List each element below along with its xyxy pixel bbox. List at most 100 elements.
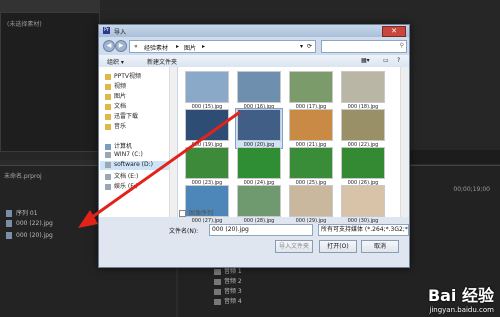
thumbnail-image [341,109,385,141]
filetype-select[interactable]: 所有可支持媒体 (*.264;*.3G2;*. [318,224,409,236]
back-arrow-icon[interactable]: ◀ [103,40,115,52]
watermark-url: jingyan.baidu.com [429,306,494,314]
thumbnail-image [341,71,385,103]
sequence-icon [6,210,12,217]
thumbnail-image [185,109,229,141]
import-dialog: Pr 导入 ✕ ◀ ▶ « 经验素材 ▸ 图片 ▸ ▾ ⟳ ⚲ 组织 ▾ 新建文… [98,24,410,268]
nav-item-drive-d[interactable]: software (D:) [100,161,175,170]
video-library-icon [105,83,111,90]
nav-item-videos[interactable]: 视频 [105,81,126,90]
thumbnail-image [185,71,229,103]
nav-item-music[interactable]: 音乐 [105,121,126,130]
thumbnail-image [289,147,333,179]
drive-icon [105,161,111,168]
breadcrumb-item[interactable]: 经验素材 [144,43,168,52]
file-thumbnail[interactable]: 000 (29).jpg [288,185,334,224]
speaker-icon [214,268,221,275]
refresh-icon[interactable]: ⟳ [307,43,312,50]
file-list-scrollbar[interactable] [400,67,409,217]
thumbnail-image [289,109,333,141]
thumbnail-image [185,147,229,179]
file-thumbnail[interactable]: 000 (17).jpg [288,71,334,110]
image-file-icon [6,232,12,239]
computer-icon [105,143,111,150]
chevron-down-icon[interactable]: ▾ [300,43,303,50]
nav-item-documents[interactable]: 文档 [105,101,126,110]
image-sequence-option: 图像序列 [179,208,213,217]
thumbnail-image [237,71,281,103]
filename-label: 文件名(N): [169,228,199,235]
search-icon: ⚲ [399,42,404,49]
address-bar[interactable]: « 经验素材 ▸ 图片 ▸ ▾ ⟳ [129,40,316,53]
filename-input[interactable]: 000 (20).jpg [209,224,313,236]
thumbnail-image [237,185,281,217]
file-thumbnail[interactable]: 000 (16).jpg [236,71,282,110]
nav-item-computer[interactable]: 计算机 [105,141,132,150]
audio-track[interactable]: 音频 3 [214,286,314,295]
file-thumbnail[interactable]: 000 (18).jpg [340,71,386,110]
documents-library-icon [105,103,111,110]
search-input[interactable]: ⚲ [321,40,407,53]
audio-track[interactable]: 音频 2 [214,276,314,285]
new-folder-button[interactable]: 新建文件夹 [147,57,177,66]
file-thumbnail[interactable]: 000 (26).jpg [340,147,386,186]
nav-item-drive-c[interactable]: WIN7 (C:) [105,151,143,160]
speaker-icon [214,288,221,295]
file-thumbnail[interactable]: 000 (22).jpg [340,109,386,148]
speaker-icon [214,278,221,285]
source-panel-label: (未选择素材) [7,21,42,28]
close-button[interactable]: ✕ [382,26,406,37]
nav-item-thunder-downloads[interactable]: 迅雷下载 [105,111,138,120]
file-thumbnail[interactable]: 000 (19).jpg [184,109,230,148]
file-thumbnail[interactable]: 000 (20).jpg [235,108,283,149]
dialog-titlebar[interactable]: Pr 导入 ✕ [99,25,409,37]
file-thumbnail[interactable]: 000 (23).jpg [184,147,230,186]
source-panel-tab[interactable] [0,0,100,12]
organize-menu[interactable]: 组织 ▾ [107,57,124,66]
navigation-pane: PPTV视频 视频 图片 文档 迅雷下载 音乐 计算机 WIN7 (C:) so… [99,67,178,217]
music-library-icon [105,123,111,130]
thumbnail-image [289,71,333,103]
breadcrumb-item[interactable]: 图片 [184,43,196,52]
pictures-library-icon [105,93,111,100]
breadcrumb-overflow[interactable]: « [134,43,138,50]
file-thumbnail[interactable]: 000 (21).jpg [288,109,334,148]
navigation-scrollbar[interactable] [169,67,177,217]
thumbnail-image [237,147,281,179]
image-sequence-checkbox [179,210,186,217]
import-folder-button[interactable]: 导入文件夹 [275,240,313,253]
baidu-logo: Bai 经验 [427,286,494,305]
chevron-right-icon: ▸ [176,43,180,50]
folder-icon [105,73,111,80]
thumbnail-image [341,147,385,179]
file-thumbnail[interactable]: 000 (27).jpg [184,185,230,224]
nav-item-drive-f[interactable]: 娱乐 (F:) [105,181,138,190]
thumbnail-image [237,109,281,141]
preview-pane-icon[interactable]: ▭ [383,57,389,64]
drive-icon [105,173,111,180]
file-list: 000 (15).jpg 000 (16).jpg 000 (17).jpg 000 … [178,67,400,224]
file-thumbnail[interactable]: 000 (24).jpg [236,147,282,186]
chevron-right-icon: ▸ [202,43,206,50]
file-thumbnail[interactable]: 000 (28).jpg [236,185,282,224]
file-thumbnail[interactable]: 000 (25).jpg [288,147,334,186]
audio-track[interactable]: 音频 4 [214,296,314,305]
project-title: 未命名.prproj [4,173,42,180]
nav-item-pictures[interactable]: 图片 [105,91,126,100]
forward-arrow-icon[interactable]: ▶ [115,40,127,52]
address-row: ◀ ▶ « 经验素材 ▸ 图片 ▸ ▾ ⟳ ⚲ [99,37,409,55]
file-thumbnail[interactable]: 000 (15).jpg [184,71,230,110]
file-thumbnail[interactable]: 000 (30).jpg [340,185,386,224]
folder-icon [105,113,111,120]
watermark: Bai 经验 jingyan.baidu.com [428,282,494,314]
view-options-icon[interactable]: ▦▾ [361,57,370,64]
cancel-button[interactable]: 取消 [361,240,399,253]
help-icon[interactable]: ? [397,57,400,64]
nav-item-pptv[interactable]: PPTV视频 [105,71,141,80]
thumbnail-image [341,185,385,217]
timeline-timecode: 00;00;19;00 [453,186,490,193]
dialog-title: 导入 [114,29,127,36]
premiere-icon: Pr [103,27,110,34]
nav-item-drive-e[interactable]: 文档 (E:) [105,171,138,180]
open-button[interactable]: 打开(O) [319,240,357,253]
